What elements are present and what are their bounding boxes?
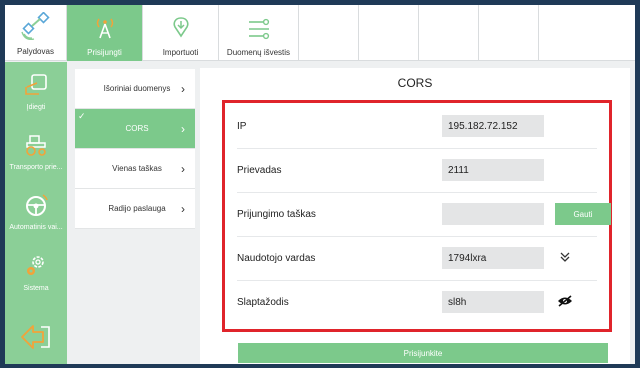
sidebar-item-label: Įdiegti <box>26 104 46 111</box>
submenu-item-label: Radijo paslauga <box>108 204 166 213</box>
chevron-right-icon: › <box>181 201 185 216</box>
satellite-icon <box>20 11 51 45</box>
tab-label: Duomenų išvestis <box>226 48 291 57</box>
get-mountpoints-button[interactable]: Gauti <box>555 203 611 225</box>
home-satellite-tile[interactable]: Palydovas <box>5 5 67 61</box>
field-label: Prijungimo taškas <box>237 209 316 220</box>
top-empty-slot <box>479 5 539 61</box>
sub-menu: Išoriniai duomenys › ✓ CORS › Vienas taš… <box>75 69 195 229</box>
connect-button[interactable]: Prisijunkite <box>238 343 608 363</box>
field-row-mountpoint: Prijungimo taškas Gauti <box>237 193 611 237</box>
submenu-item-label: CORS <box>125 124 149 133</box>
tab-duomenu-isvestis[interactable]: Duomenų išvestis <box>219 5 299 61</box>
top-empty-slot <box>299 5 359 61</box>
install-icon <box>23 73 49 102</box>
ip-input[interactable] <box>442 115 544 137</box>
sidebar-item-vehicle[interactable]: Transporto prie... <box>5 122 67 182</box>
chevron-right-icon: › <box>181 161 185 176</box>
settings-gear-icon <box>23 252 49 283</box>
submenu-item-external-data[interactable]: Išoriniai duomenys › <box>75 69 195 109</box>
field-row-username: Naudotojo vardas <box>237 237 597 281</box>
chevron-right-icon: › <box>181 81 185 96</box>
submenu-item-radio-service[interactable]: Radijo paslauga › <box>75 189 195 229</box>
eye-hidden-icon[interactable] <box>557 293 573 309</box>
steering-wheel-icon <box>23 193 49 222</box>
tab-importuoti[interactable]: Importuoti <box>143 5 219 61</box>
submenu-item-label: Išoriniai duomenys <box>103 84 171 93</box>
port-input[interactable] <box>442 159 544 181</box>
tab-label: Prisijungti <box>87 48 122 57</box>
field-row-password: Slaptažodis <box>237 281 597 325</box>
antenna-icon <box>92 16 118 45</box>
sidebar-item-install[interactable]: Įdiegti <box>5 62 67 122</box>
submenu-item-cors[interactable]: ✓ CORS › <box>75 109 195 149</box>
device-frame: Palydovas Prisijungti Importuoti Duomenų… <box>0 0 640 368</box>
top-empty-slot <box>359 5 419 61</box>
checkmark-icon: ✓ <box>78 111 86 121</box>
back-button[interactable] <box>5 314 67 364</box>
sidebar-item-label: Automatinis vai... <box>9 224 63 231</box>
tractor-icon <box>23 133 49 162</box>
import-location-icon <box>170 16 192 45</box>
top-empty-slot <box>539 5 635 61</box>
data-output-icon <box>246 18 272 45</box>
sidebar-item-autosteer[interactable]: Automatinis vai... <box>5 182 67 242</box>
password-input[interactable] <box>442 291 544 313</box>
left-sidebar: Įdiegti Transporto prie... Automatinis v… <box>5 62 67 364</box>
field-label: Slaptažodis <box>237 297 289 308</box>
app-screen: Palydovas Prisijungti Importuoti Duomenų… <box>5 5 635 364</box>
field-label: Naudotojo vardas <box>237 253 316 264</box>
cors-settings-panel: CORS IP Prievadas Prijungimo taškas Gaut… <box>200 68 630 364</box>
top-navigation-bar: Palydovas Prisijungti Importuoti Duomenų… <box>5 5 635 61</box>
sidebar-item-label: Transporto prie... <box>9 164 63 171</box>
home-label: Palydovas <box>17 47 54 56</box>
submenu-item-label: Vienas taškas <box>112 164 162 173</box>
panel-title: CORS <box>397 76 433 90</box>
double-chevron-down-icon[interactable] <box>557 249 573 265</box>
chevron-right-icon: › <box>181 121 185 136</box>
highlight-box: IP Prievadas Prijungimo taškas Gauti Nau… <box>222 100 612 332</box>
top-empty-slot <box>419 5 479 61</box>
submenu-item-single-point[interactable]: Vienas taškas › <box>75 149 195 189</box>
field-label: Prievadas <box>237 165 282 176</box>
tab-label: Importuoti <box>162 48 199 57</box>
field-row-port: Prievadas <box>237 149 597 193</box>
tab-prisijungti[interactable]: Prisijungti <box>67 5 143 61</box>
mountpoint-input[interactable] <box>442 203 544 225</box>
sidebar-item-label: Sistema <box>23 285 49 292</box>
field-row-ip: IP <box>237 105 597 149</box>
username-input[interactable] <box>442 247 544 269</box>
back-arrow-icon <box>19 323 53 356</box>
sidebar-item-system[interactable]: Sistema <box>5 242 67 302</box>
field-label: IP <box>237 121 247 132</box>
